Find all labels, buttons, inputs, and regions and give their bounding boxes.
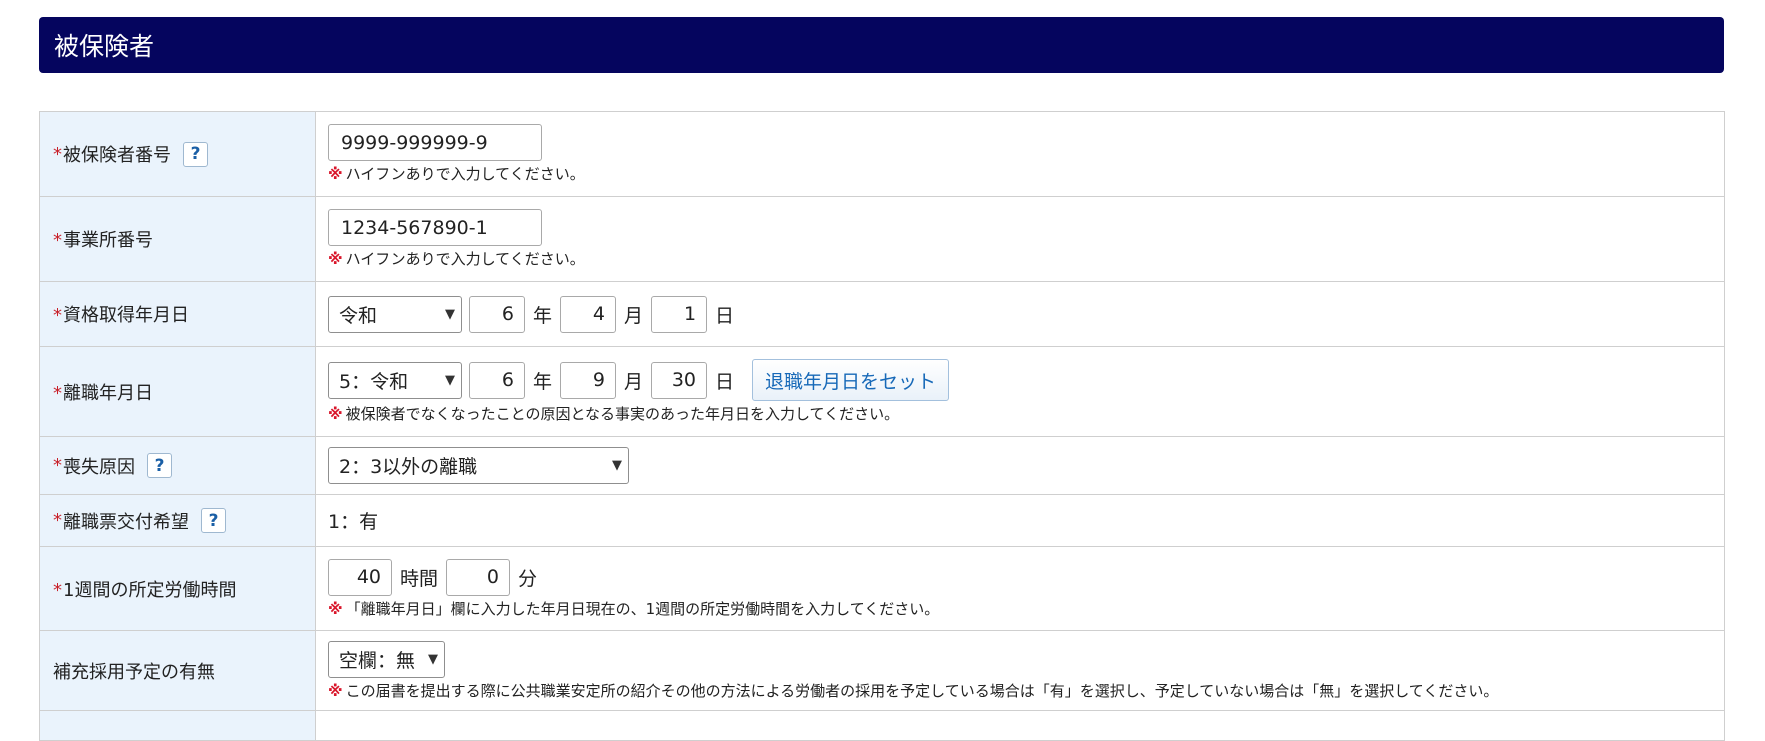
day-unit: 日 [715, 370, 735, 393]
note-text: ハイフンありで入力してください。 [345, 165, 585, 183]
label-cell: * 喪失原因 ? [39, 436, 316, 495]
insured-form-table: * 被保険者番号 ? ※ハイフンありで入力してください。 *事業所番号 ※ハイフ… [39, 111, 1725, 741]
required-mark: * [53, 579, 62, 601]
note-text: ハイフンありで入力してください。 [345, 250, 585, 268]
note-mark: ※ [328, 681, 343, 700]
note-text: 「離職年月日」欄に入力した年月日現在の、1週間の所定労働時間を入力してください。 [345, 599, 940, 618]
chevron-down-icon: ▼ [612, 458, 622, 473]
set-retirement-date-button[interactable]: 退職年月日をセット [752, 359, 950, 401]
label-cell: * 被保険者番号 ? [39, 111, 316, 197]
field-cell: ※ハイフンありで入力してください。 [315, 111, 1725, 197]
row-replacement-hiring: 補充採用予定の有無 空欄：無 ▼ ※ この届書を提出する際に公共職業安定所の紹介そ… [39, 630, 1725, 711]
field-cell: 令和 ▼ 年 月 日 [315, 281, 1725, 347]
section-header: 被保険者 [39, 17, 1724, 73]
year-unit: 年 [533, 304, 553, 327]
minutes-input[interactable] [446, 558, 511, 596]
section-title: 被保険者 [54, 32, 155, 61]
hint-note: ※ ハイフンありで入力してください。 [328, 248, 1724, 269]
chevron-down-icon: ▼ [445, 306, 455, 322]
note-mark: ※ [328, 165, 343, 183]
day-input[interactable] [651, 295, 708, 333]
help-icon[interactable]: ? [201, 508, 226, 533]
label-cell: 補充採用予定の有無 [39, 630, 316, 711]
hours-unit: 時間 [400, 567, 439, 590]
note-mark: ※ [328, 599, 343, 618]
field-cell: 1：有 [315, 494, 1725, 547]
required-mark: * [53, 230, 62, 251]
day-unit: 日 [715, 304, 735, 327]
note-mark: ※ [328, 250, 343, 268]
row-loss-reason: * 喪失原因 ? 2：3以外の離職 ▼ [39, 436, 1725, 495]
required-mark: * [53, 510, 62, 531]
note-text: 被保険者でなくなったことの原因となる事実のあった年月日を入力してください。 [345, 405, 900, 423]
loss-reason-label: 喪失原因 [63, 456, 135, 478]
year-input[interactable] [469, 295, 525, 333]
row-office-number: *事業所番号 ※ハイフンありで入力してください。 [39, 196, 1725, 282]
separation-date-label: 離職年月日 [63, 382, 153, 404]
insured-number-input[interactable] [328, 124, 542, 161]
label-cell: * 離職票交付希望 ? [39, 494, 316, 547]
label-cell: *1週間の所定労働時間 [39, 546, 316, 631]
help-icon[interactable]: ? [147, 453, 172, 478]
row-separation-slip: * 離職票交付希望 ? 1：有 [39, 494, 1725, 547]
minutes-unit: 分 [518, 567, 538, 590]
required-mark: * [53, 382, 62, 404]
field-cell: 空欄：無 ▼ ※ この届書を提出する際に公共職業安定所の紹介その他の方法による労働… [315, 630, 1725, 711]
hint-note: ※ 被保険者でなくなったことの原因となる事実のあった年月日を入力してください。 [328, 403, 1724, 424]
replacement-hiring-label: 補充採用予定の有無 [53, 661, 215, 683]
row-weekly-hours: *1週間の所定労働時間 時間 分 ※「離職年月日」欄に入力した年月日現在の、1週… [39, 546, 1725, 631]
loss-reason-value: 2：3以外の離職 [339, 456, 478, 478]
note-text: この届書を提出する際に公共職業安定所の紹介その他の方法による労働者の採用を予定し… [345, 681, 1499, 700]
era-select-value: 5：令和 [339, 370, 409, 393]
label-cell: *資格取得年月日 [39, 281, 316, 347]
row-next [39, 710, 1725, 741]
office-number-label: 事業所番号 [63, 230, 153, 251]
era-select[interactable]: 5：令和 ▼ [328, 361, 462, 399]
month-unit: 月 [624, 370, 644, 393]
year-input[interactable] [469, 361, 525, 399]
required-mark: * [53, 305, 62, 326]
note-mark: ※ [328, 405, 343, 423]
office-number-input[interactable] [328, 209, 542, 246]
replacement-hiring-value: 空欄：無 [339, 649, 416, 672]
row-insured-number: * 被保険者番号 ? ※ハイフンありで入力してください。 [39, 111, 1725, 197]
month-unit: 月 [624, 304, 644, 327]
required-mark: * [53, 455, 62, 476]
field-cell: ※ハイフンありで入力してください。 [315, 196, 1725, 282]
field-cell: 時間 分 ※「離職年月日」欄に入力した年月日現在の、1週間の所定労働時間を入力し… [315, 546, 1725, 631]
hint-note: ※ この届書を提出する際に公共職業安定所の紹介その他の方法による労働者の採用を予定… [328, 680, 1724, 701]
hours-input[interactable] [328, 558, 392, 596]
weekly-hours-label: 1週間の所定労働時間 [63, 579, 237, 601]
separation-slip-label: 離職票交付希望 [63, 511, 189, 533]
era-select[interactable]: 令和 ▼ [328, 295, 462, 333]
year-unit: 年 [533, 370, 553, 393]
month-input[interactable] [560, 295, 617, 333]
label-cell [39, 710, 316, 741]
hint-note: ※ ハイフンありで入力してください。 [328, 163, 1724, 184]
loss-reason-select[interactable]: 2：3以外の離職 ▼ [328, 447, 629, 484]
day-input[interactable] [651, 361, 708, 399]
chevron-down-icon: ▼ [445, 372, 455, 388]
row-separation-date: *離職年月日 5：令和 ▼ 年 月 日 退職年月日をセット ※被保険者でなくなっ… [39, 346, 1725, 437]
hint-note: ※ 「離職年月日」欄に入力した年月日現在の、1週間の所定労働時間を入力してください… [328, 598, 1724, 619]
required-mark: * [53, 143, 62, 165]
separation-slip-value: 1：有 [328, 511, 379, 533]
field-cell [315, 710, 1725, 741]
help-icon[interactable]: ? [183, 141, 208, 167]
label-cell: *事業所番号 [39, 196, 316, 282]
label-cell: *離職年月日 [39, 346, 316, 437]
replacement-hiring-select[interactable]: 空欄：無 ▼ [328, 640, 445, 678]
insured-number-label: 被保険者番号 [63, 145, 171, 166]
era-select-value: 令和 [339, 304, 378, 327]
month-input[interactable] [560, 361, 617, 399]
chevron-down-icon: ▼ [428, 651, 438, 667]
field-cell: 2：3以外の離職 ▼ [315, 436, 1725, 495]
row-qualification-date: *資格取得年月日 令和 ▼ 年 月 日 [39, 281, 1725, 347]
qualification-date-label: 資格取得年月日 [63, 305, 189, 326]
field-cell: 5：令和 ▼ 年 月 日 退職年月日をセット ※被保険者でなくなったことの原因と… [315, 346, 1725, 437]
